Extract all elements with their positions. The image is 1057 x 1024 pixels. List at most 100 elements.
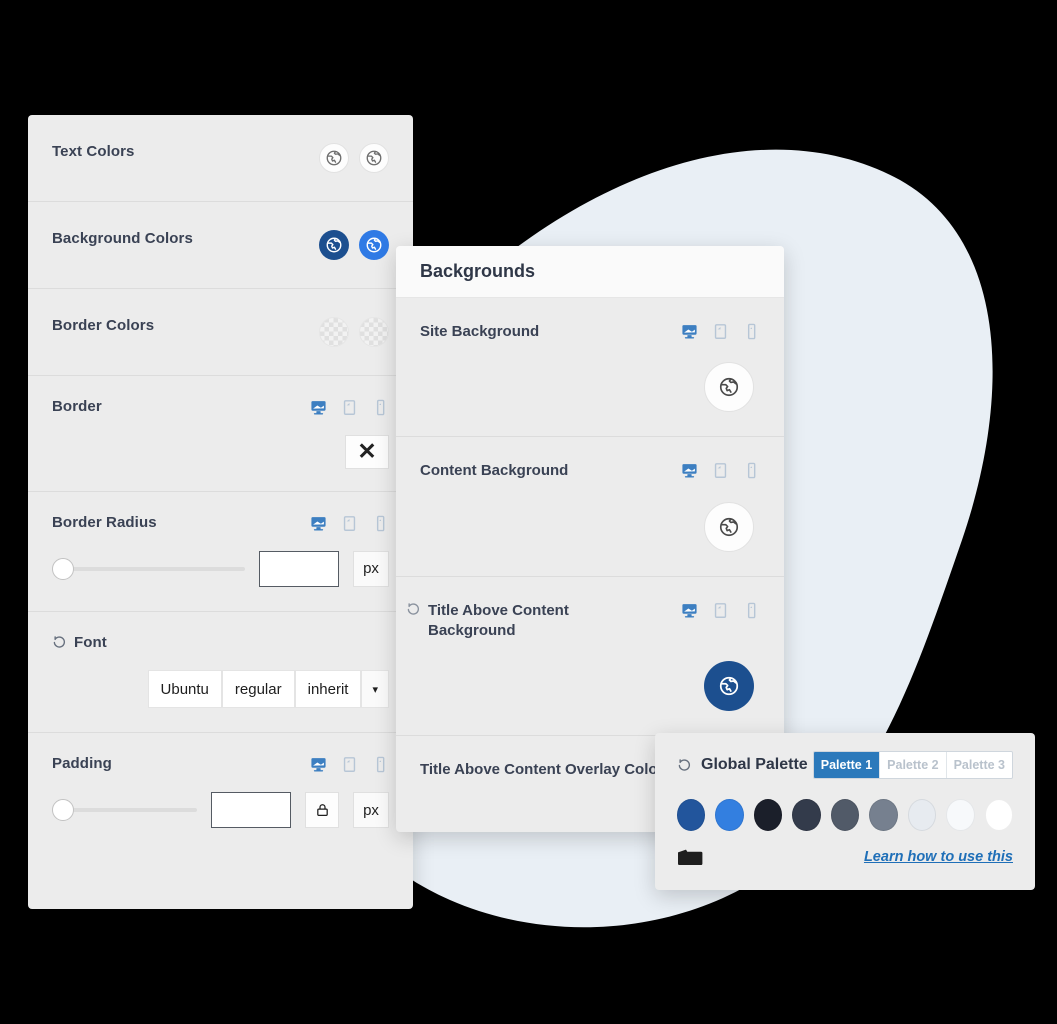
global-palette-title-group: Global Palette bbox=[677, 756, 808, 774]
row-label-title-above-content-background: Title Above Content Background bbox=[428, 601, 569, 639]
palette-tab-2[interactable]: Palette 2 bbox=[880, 752, 947, 778]
globe-icon bbox=[366, 150, 382, 166]
tablet-icon[interactable] bbox=[712, 602, 729, 619]
palette-swatch-3[interactable] bbox=[753, 799, 783, 831]
mobile-icon[interactable] bbox=[743, 323, 760, 340]
font-controls: Ubuntu regular inherit ▾ bbox=[147, 670, 389, 709]
palette-swatch-8[interactable] bbox=[946, 799, 975, 831]
row-border-colors: Border Colors bbox=[28, 288, 413, 375]
font-style-select[interactable]: inherit bbox=[294, 670, 362, 709]
desktop-icon[interactable] bbox=[310, 515, 327, 532]
row-border: Border ✕ bbox=[28, 375, 413, 491]
row-label-font: Font bbox=[74, 633, 107, 651]
global-palette-panel: Global Palette Palette 1 Palette 2 Palet… bbox=[655, 733, 1035, 890]
row-label-background-colors: Background Colors bbox=[52, 230, 193, 247]
border-clear-button[interactable]: ✕ bbox=[345, 434, 389, 469]
tablet-icon[interactable] bbox=[341, 756, 358, 773]
desktop-icon[interactable] bbox=[681, 462, 698, 479]
reset-icon[interactable] bbox=[677, 758, 692, 773]
palette-swatch-4[interactable] bbox=[792, 799, 821, 831]
padding-lock-button[interactable] bbox=[305, 792, 339, 828]
globe-icon bbox=[719, 517, 739, 536]
global-palette-title: Global Palette bbox=[701, 756, 808, 773]
border-color-swatch-1[interactable] bbox=[319, 317, 349, 347]
tablet-icon[interactable] bbox=[712, 462, 729, 479]
palette-swatch-9[interactable] bbox=[984, 799, 1013, 831]
mobile-icon[interactable] bbox=[743, 462, 760, 479]
content-background-color-button[interactable] bbox=[704, 501, 754, 552]
palette-swatches bbox=[677, 799, 1013, 831]
palette-swatch-7[interactable] bbox=[907, 799, 937, 831]
desktop-icon[interactable] bbox=[310, 756, 327, 773]
learn-how-to-use-this-link[interactable]: Learn how to use this bbox=[864, 849, 1013, 865]
background-color-swatch-2[interactable] bbox=[359, 230, 389, 260]
tablet-icon[interactable] bbox=[341, 399, 358, 416]
text-color-swatch-1[interactable] bbox=[319, 143, 349, 173]
backgrounds-panel-title: Backgrounds bbox=[396, 246, 784, 298]
desktop-icon[interactable] bbox=[681, 602, 698, 619]
slider-knob[interactable] bbox=[52, 557, 74, 580]
font-weight-select[interactable]: regular bbox=[221, 670, 295, 709]
title-above-content-background-color-button[interactable] bbox=[704, 661, 754, 711]
chevron-down-icon[interactable]: ▾ bbox=[361, 670, 389, 709]
row-text-colors: Text Colors bbox=[28, 115, 413, 201]
palette-swatch-5[interactable] bbox=[830, 799, 860, 831]
row-label-padding: Padding bbox=[52, 755, 112, 773]
slider-track bbox=[52, 566, 245, 571]
row-label-site-background: Site Background bbox=[420, 323, 540, 340]
globe-icon bbox=[326, 237, 342, 253]
padding-slider[interactable] bbox=[52, 799, 197, 821]
globe-icon bbox=[719, 676, 739, 696]
site-background-color-button[interactable] bbox=[704, 362, 754, 413]
mobile-icon[interactable] bbox=[372, 399, 389, 416]
row-site-background: Site Background bbox=[396, 298, 784, 436]
row-padding: Padding px bbox=[28, 732, 413, 852]
screen: Text Colors Background Colors Border Col… bbox=[0, 0, 1057, 1024]
styles-panel: Text Colors Background Colors Border Col… bbox=[28, 115, 413, 909]
padding-device-switcher bbox=[310, 755, 389, 773]
globe-icon bbox=[719, 378, 739, 397]
palette-swatch-2[interactable] bbox=[715, 799, 744, 831]
lock-icon bbox=[316, 804, 328, 816]
folder-icon[interactable] bbox=[677, 847, 703, 867]
palette-swatch-1[interactable] bbox=[677, 799, 706, 831]
row-label-title-above-content-overlay-color: Title Above Content Overlay Color bbox=[420, 761, 664, 778]
row-label-border-colors: Border Colors bbox=[52, 317, 155, 334]
desktop-icon[interactable] bbox=[310, 399, 327, 416]
row-label-text-colors: Text Colors bbox=[52, 143, 135, 160]
padding-unit[interactable]: px bbox=[353, 792, 389, 828]
reset-icon[interactable] bbox=[52, 635, 67, 650]
palette-tab-3[interactable]: Palette 3 bbox=[946, 752, 1012, 778]
padding-input[interactable] bbox=[211, 792, 291, 828]
text-colors-swatches bbox=[319, 143, 389, 173]
reset-icon[interactable] bbox=[406, 602, 421, 617]
text-color-swatch-2[interactable] bbox=[359, 143, 389, 173]
border-color-swatch-2[interactable] bbox=[359, 317, 389, 347]
row-label-content-background: Content Background bbox=[420, 462, 569, 480]
tablet-icon[interactable] bbox=[341, 515, 358, 532]
mobile-icon[interactable] bbox=[743, 602, 760, 619]
row-font: Font Ubuntu regular inherit ▾ bbox=[28, 610, 413, 733]
background-color-swatch-1[interactable] bbox=[319, 230, 349, 260]
globe-icon bbox=[326, 150, 342, 166]
border-colors-swatches bbox=[319, 317, 389, 347]
tablet-icon[interactable] bbox=[712, 323, 729, 340]
row-label-border-radius: Border Radius bbox=[52, 513, 157, 531]
border-radius-input[interactable] bbox=[259, 550, 339, 587]
palette-swatch-6[interactable] bbox=[869, 799, 898, 831]
desktop-icon[interactable] bbox=[681, 323, 698, 340]
border-device-switcher bbox=[310, 398, 389, 416]
slider-knob[interactable] bbox=[52, 799, 74, 821]
palette-tab-1[interactable]: Palette 1 bbox=[813, 752, 881, 778]
border-radius-unit[interactable]: px bbox=[353, 550, 389, 587]
globe-icon bbox=[366, 237, 382, 253]
content-background-device-switcher bbox=[681, 461, 760, 479]
row-label-border: Border bbox=[52, 398, 102, 415]
border-radius-slider[interactable] bbox=[52, 557, 245, 580]
palette-tabs: Palette 1 Palette 2 Palette 3 bbox=[812, 751, 1013, 779]
font-family-select[interactable]: Ubuntu bbox=[147, 670, 222, 709]
mobile-icon[interactable] bbox=[372, 515, 389, 532]
mobile-icon[interactable] bbox=[372, 756, 389, 773]
row-border-radius: Border Radius px bbox=[28, 490, 413, 611]
title-above-content-background-device-switcher bbox=[681, 601, 760, 619]
